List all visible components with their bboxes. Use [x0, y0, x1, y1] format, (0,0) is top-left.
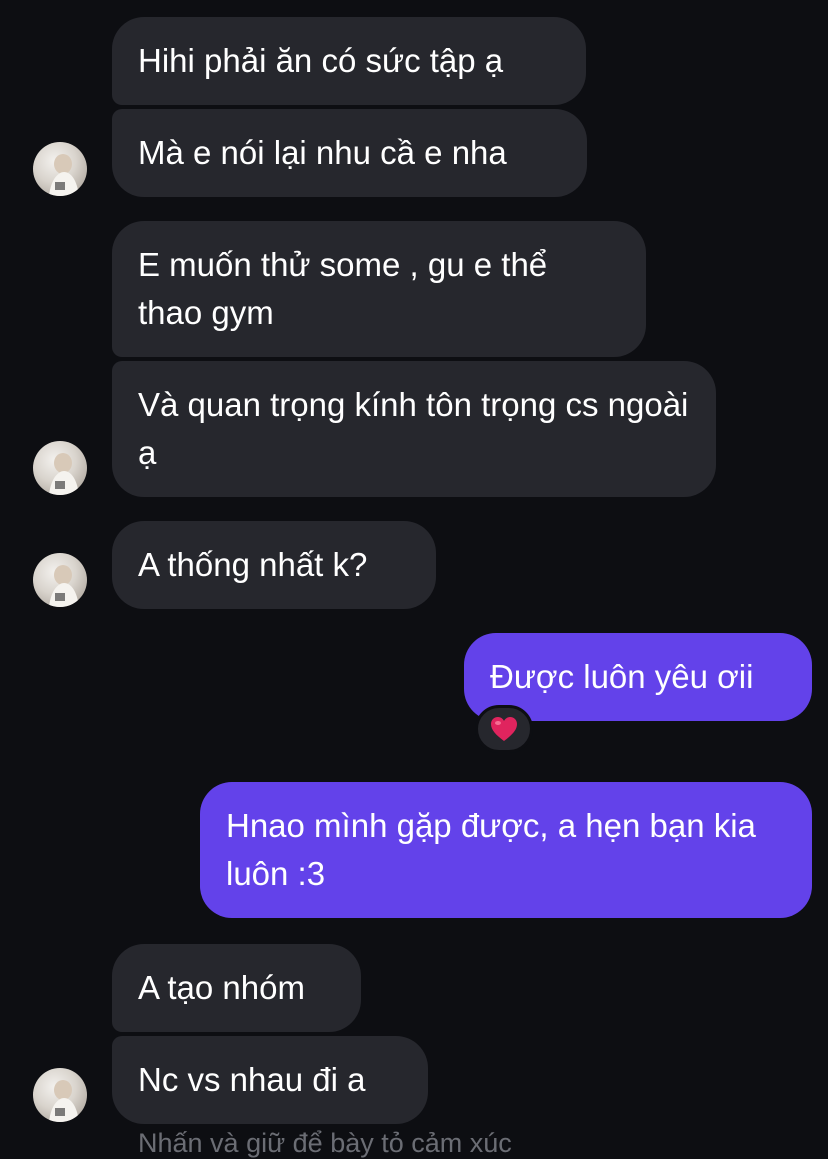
message-bubble-incoming[interactable]: Hihi phải ăn có sức tập ạ [112, 17, 586, 105]
message-bubble-incoming[interactable]: Và quan trọng kính tôn trọng cs ngoài ạ [112, 361, 716, 497]
message-bubble-incoming[interactable]: Mà e nói lại nhu cầ e nha [112, 109, 587, 197]
avatar-photo-icon [49, 565, 79, 607]
message-bubble-incoming[interactable]: A thống nhất k? [112, 521, 436, 609]
contact-avatar[interactable] [33, 553, 87, 607]
message-bubble-incoming[interactable]: Nc vs nhau đi a [112, 1036, 428, 1124]
message-bubble-incoming[interactable]: A tạo nhóm [112, 944, 361, 1032]
contact-avatar[interactable] [33, 1068, 87, 1122]
avatar-photo-icon [49, 453, 79, 495]
contact-avatar[interactable] [33, 441, 87, 495]
message-thread: Hihi phải ăn có sức tập ạ Mà e nói lại n… [0, 0, 828, 1158]
reaction-hint-text: Nhấn và giữ để bày tỏ cảm xúc [138, 1128, 512, 1158]
heart-icon [491, 717, 517, 741]
message-bubble-incoming[interactable]: E muốn thử some , gu e thể thao gym [112, 221, 646, 357]
avatar-photo-icon [49, 1080, 79, 1122]
avatar-photo-icon [49, 154, 79, 196]
message-reaction[interactable] [475, 705, 533, 753]
contact-avatar[interactable] [33, 142, 87, 196]
message-bubble-outgoing[interactable]: Hnao mình gặp được, a hẹn bạn kia luôn :… [200, 782, 812, 918]
